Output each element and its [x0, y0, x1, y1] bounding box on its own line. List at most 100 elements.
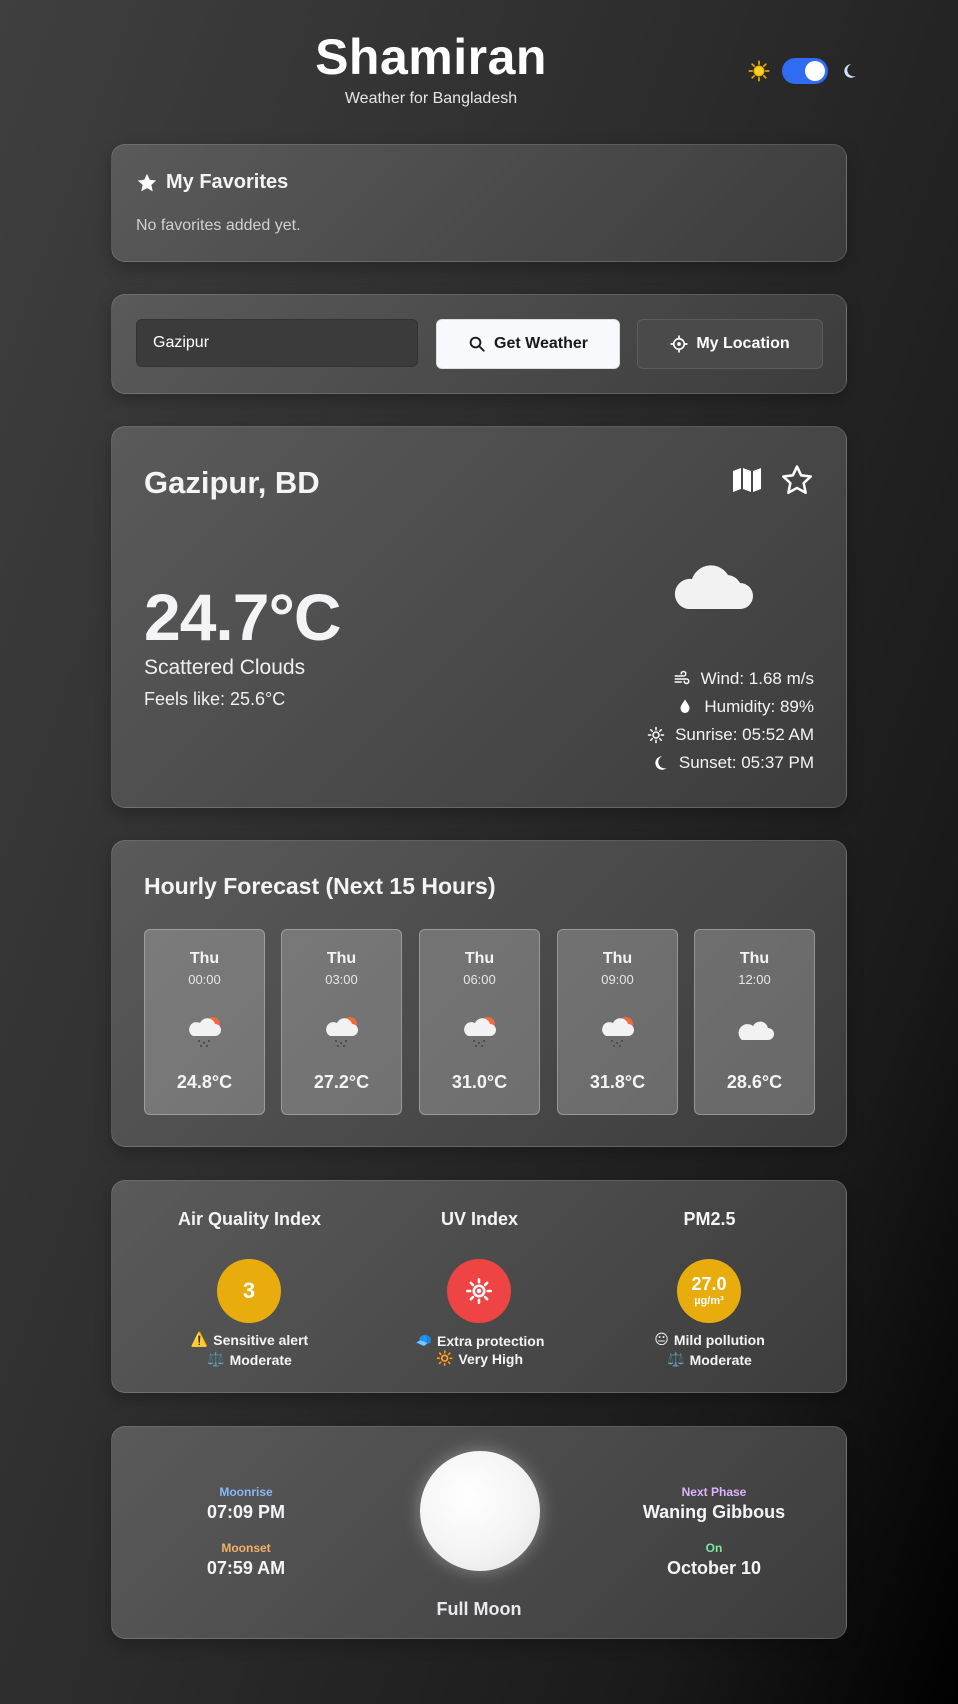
sun-icon	[647, 726, 665, 744]
theme-switch	[748, 58, 858, 84]
hourly-temp: 31.0°C	[451, 1072, 508, 1092]
hourly-item: Thu 03:00 27.2°C	[281, 929, 402, 1115]
hourly-day: Thu	[739, 950, 770, 967]
theme-toggle[interactable]	[782, 58, 828, 84]
map-icon[interactable]	[732, 467, 762, 493]
moon-icon	[844, 64, 856, 78]
uv-level-line: 🔆 Very High	[357, 1350, 602, 1367]
toggle-knob	[805, 61, 825, 81]
moon-icon	[655, 756, 667, 770]
cloud-icon	[738, 1021, 774, 1040]
scale-icon: ⚖️	[207, 1351, 225, 1367]
app-subtitle: Weather for Bangladesh	[344, 90, 518, 107]
hourly-day: Thu	[464, 950, 495, 967]
aqi-panel: Air Quality Index 3 ⚠️ Sensitive alert ⚖…	[127, 1181, 372, 1391]
location-crosshair-icon	[670, 335, 689, 353]
pm25-title: PM2.5	[683, 1209, 736, 1229]
cap-icon: 🧢	[414, 1332, 433, 1348]
hourly-day: Thu	[326, 950, 357, 967]
hourly-item: Thu 09:00 31.8°C	[557, 929, 678, 1115]
rain-sun-cloud-icon	[464, 1017, 496, 1047]
hourly-item: Thu 06:00 31.0°C	[419, 929, 540, 1115]
hourly-time: 06:00	[463, 972, 496, 987]
rain-sun-cloud-icon	[326, 1017, 358, 1047]
hourly-item: Thu 12:00 28.6°C	[694, 929, 815, 1115]
pm25-panel: PM2.5 27.0 µg/m³ 😐 Mild pollution ⚖️ Mod…	[587, 1181, 832, 1391]
search-icon	[469, 336, 485, 352]
warning-icon: ⚠️	[190, 1331, 209, 1347]
pm25-level-line: ⚖️ Moderate	[587, 1351, 832, 1368]
aqi-badge: 3	[217, 1259, 281, 1323]
hourly-title: Hourly Forecast (Next 15 Hours)	[144, 873, 496, 899]
my-location-button[interactable]: My Location	[637, 319, 823, 369]
sunrise-detail: Sunrise: 05:52 AM	[647, 725, 814, 745]
hourly-day: Thu	[602, 950, 633, 967]
sunset-text: Sunset: 05:37 PM	[678, 753, 814, 772]
sun-icon	[466, 1278, 492, 1304]
hourly-time: 09:00	[601, 972, 634, 987]
current-temperature: 24.7°C	[144, 580, 342, 654]
moonset-label: Moonset	[221, 1541, 271, 1555]
hourly-day: Thu	[189, 950, 220, 967]
moonrise-time: 07:09 PM	[206, 1502, 286, 1522]
uv-badge	[447, 1259, 511, 1323]
aqi-value: 3	[242, 1278, 256, 1303]
sunset-detail: Sunset: 05:37 PM	[651, 753, 814, 773]
moonset-time: 07:59 AM	[206, 1558, 286, 1578]
rain-sun-cloud-icon	[189, 1017, 221, 1047]
add-favorite-star-icon[interactable]	[780, 463, 814, 497]
uv-title: UV Index	[440, 1209, 519, 1229]
scale-icon: ⚖️	[667, 1351, 685, 1367]
hourly-time: 00:00	[188, 972, 221, 987]
sunrise-text: Sunrise: 05:52 AM	[675, 725, 814, 744]
my-location-label: My Location	[696, 335, 790, 352]
city-search-input[interactable]	[136, 319, 418, 367]
uv-line1: Extra protection	[437, 1332, 545, 1349]
next-phase-name: Waning Gibbous	[642, 1502, 786, 1522]
pm25-desc-line: 😐 Mild pollution	[587, 1331, 832, 1348]
pm25-line1: Mild pollution	[673, 1331, 765, 1348]
pm25-badge: 27.0 µg/m³	[677, 1259, 741, 1323]
humidity-text: Humidity: 89%	[704, 697, 814, 716]
next-phase-label: Next Phase	[681, 1485, 747, 1499]
sun-icon	[748, 60, 770, 82]
wind-text: Wind: 1.68 m/s	[700, 669, 814, 688]
pm25-unit: µg/m³	[694, 1295, 724, 1307]
moon-card: Moonrise 07:09 PM Moonset 07:59 AM Full …	[111, 1426, 847, 1639]
on-label: On	[705, 1541, 723, 1555]
favorites-title-text: My Favorites	[166, 171, 289, 193]
pm25-value: 27.0	[691, 1274, 727, 1294]
aqi-level-line: ⚖️ Moderate	[127, 1351, 372, 1368]
uv-advice-line: 🧢 Extra protection	[357, 1332, 602, 1349]
wind-detail: Wind: 1.68 m/s	[673, 669, 814, 689]
aqi-alert-line: ⚠️ Sensitive alert	[127, 1331, 372, 1348]
hourly-temp: 28.6°C	[726, 1072, 783, 1092]
feels-like: Feels like: 25.6°C	[144, 689, 286, 709]
aqi-line2: Moderate	[229, 1351, 292, 1368]
indices-card: Air Quality Index 3 ⚠️ Sensitive alert ⚖…	[111, 1180, 847, 1393]
app-title: Shamiran	[315, 29, 547, 85]
hourly-time: 12:00	[738, 972, 771, 987]
get-weather-label: Get Weather	[494, 335, 588, 352]
favorites-card: My Favorites No favorites added yet.	[111, 144, 847, 262]
moon-phase-name: Full Moon	[436, 1599, 522, 1619]
current-weather-card: Gazipur, BD 24.7°C Scattered Clouds Feel…	[111, 426, 847, 808]
hourly-temp: 24.8°C	[176, 1072, 233, 1092]
favorites-title: My Favorites	[136, 171, 288, 194]
sun-small-icon: 🔆	[435, 1350, 454, 1366]
aqi-title: Air Quality Index	[177, 1209, 322, 1229]
city-name: Gazipur, BD	[144, 465, 320, 500]
hourly-time: 03:00	[325, 972, 358, 987]
weather-description: Scattered Clouds	[144, 656, 306, 679]
hourly-temp: 27.2°C	[313, 1072, 370, 1092]
search-card: Get Weather My Location	[111, 294, 847, 394]
uv-line2: Very High	[458, 1350, 524, 1367]
next-phase-date: October 10	[666, 1558, 762, 1578]
moon-phase-disc	[420, 1451, 540, 1571]
star-filled-icon	[137, 173, 157, 191]
get-weather-button[interactable]: Get Weather	[436, 319, 620, 369]
rain-sun-cloud-icon	[602, 1017, 634, 1047]
pm25-line2: Moderate	[689, 1351, 752, 1368]
cloud-icon	[674, 565, 753, 609]
humidity-detail: Humidity: 89%	[676, 697, 814, 717]
